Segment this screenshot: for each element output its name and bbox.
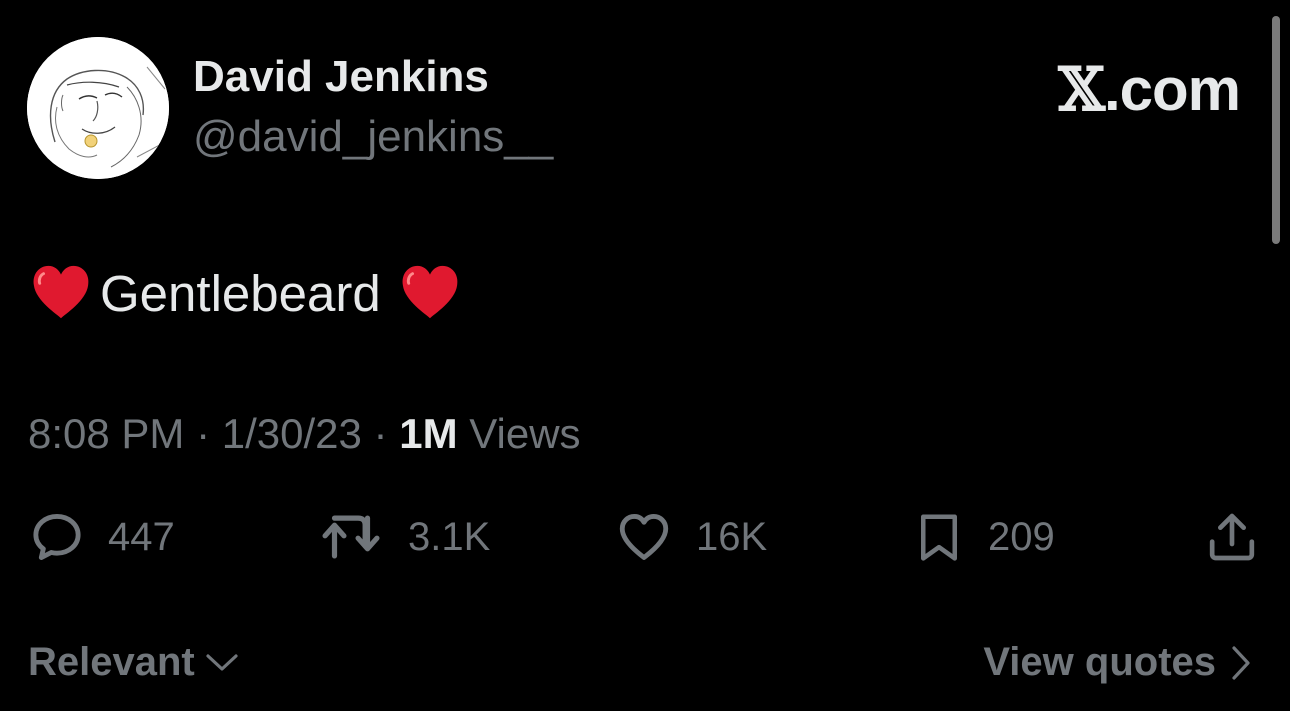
reply-button[interactable]: 447 [28, 508, 175, 566]
tweet-text: Gentlebeard [30, 260, 461, 326]
red-heart-emoji-icon [30, 262, 92, 324]
chevron-down-icon [205, 652, 239, 674]
heart-icon [619, 514, 669, 560]
scrollbar[interactable] [1272, 16, 1280, 244]
view-quotes-link[interactable]: View quotes [983, 640, 1252, 685]
like-count: 16K [696, 514, 768, 559]
bookmark-button[interactable]: 209 [912, 508, 1055, 566]
reply-icon [33, 514, 81, 560]
reply-count: 447 [108, 514, 175, 559]
retweet-icon [322, 515, 380, 559]
meta-separator: · [184, 410, 222, 457]
like-button[interactable]: 16K [614, 508, 767, 566]
red-heart-emoji-icon [399, 262, 461, 324]
share-button[interactable] [1204, 508, 1260, 566]
views-count[interactable]: 1M [399, 410, 457, 457]
sort-label: Relevant [28, 640, 195, 684]
share-icon [1209, 513, 1255, 561]
x-com-watermark: 𝕏.com [1058, 55, 1241, 125]
tweet-time[interactable]: 8:08 PM [28, 410, 184, 457]
retweet-count: 3.1K [408, 514, 491, 559]
author-handle[interactable]: @david_jenkins__ [193, 112, 553, 162]
brand-suffix: .com [1103, 56, 1241, 123]
chevron-right-icon [1230, 645, 1252, 681]
x-logo-icon: 𝕏 [1058, 55, 1105, 125]
bookmark-count: 209 [988, 514, 1055, 559]
sketch-portrait-icon [27, 37, 169, 179]
views-label: Views [457, 410, 581, 457]
view-quotes-label: View quotes [983, 640, 1216, 684]
author-display-name[interactable]: David Jenkins [193, 52, 489, 102]
tweet-text-content: Gentlebeard [100, 264, 381, 322]
avatar[interactable] [27, 37, 169, 179]
tweet-date[interactable]: 1/30/23 [222, 410, 362, 457]
tweet-meta: 8:08 PM · 1/30/23 · 1M Views [28, 410, 581, 458]
meta-separator: · [361, 410, 400, 457]
retweet-button[interactable]: 3.1K [318, 508, 490, 566]
sort-replies-button[interactable]: Relevant [28, 640, 239, 685]
bookmark-icon [921, 514, 957, 561]
